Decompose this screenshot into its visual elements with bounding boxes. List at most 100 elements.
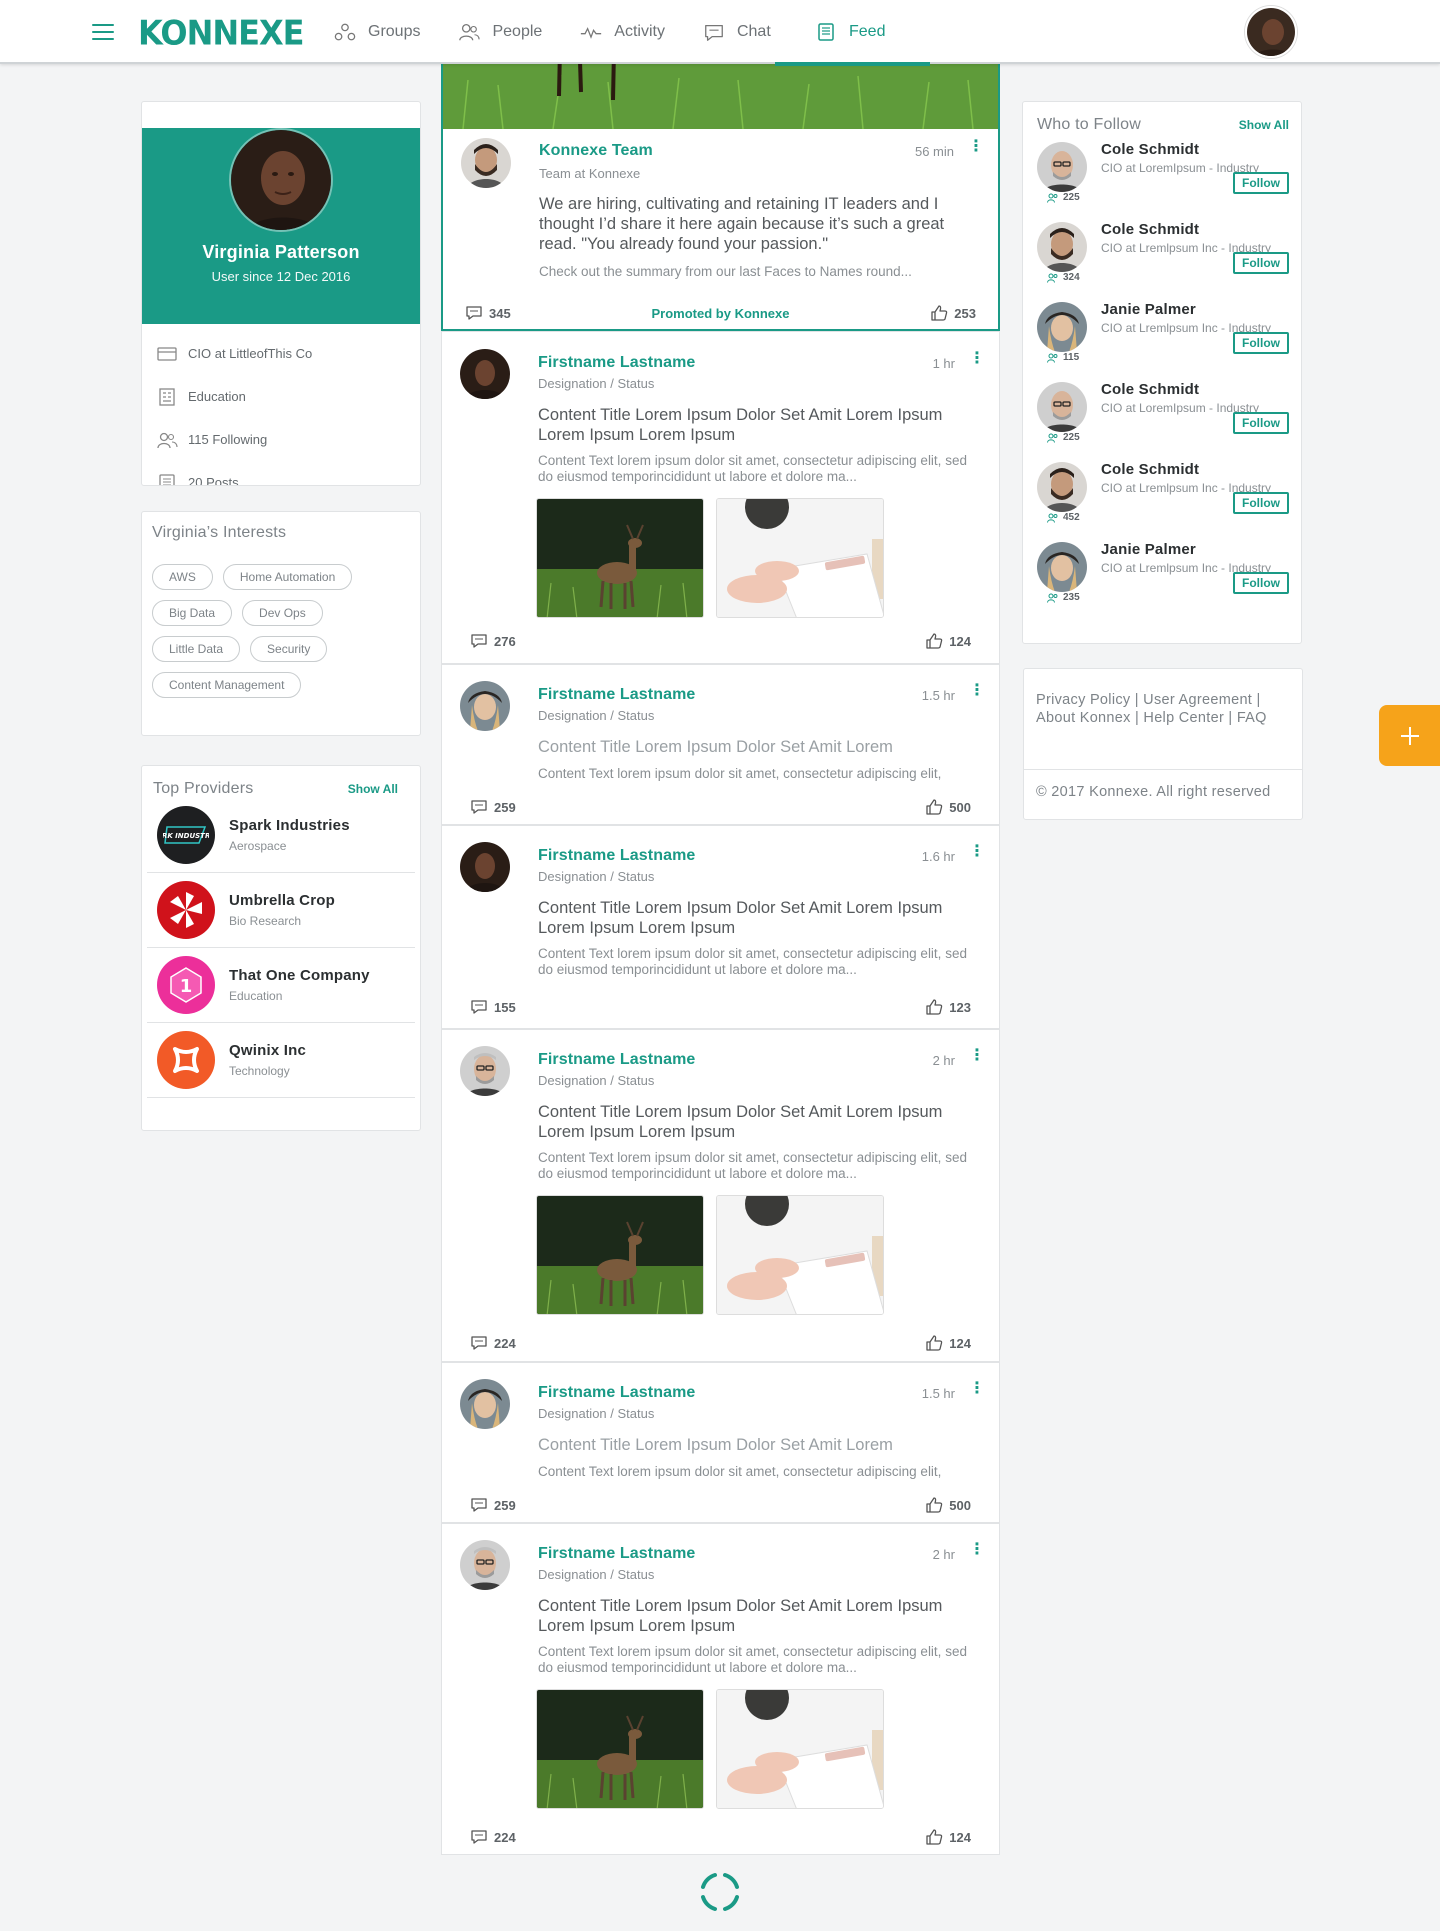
feed-post[interactable]: Firstname Lastname Designation / Status … [441, 664, 1000, 825]
interest-chip[interactable]: Big Data [152, 600, 233, 626]
profile-name[interactable]: Virginia Patterson [142, 242, 420, 263]
feed-post[interactable]: Firstname Lastname Designation / Status … [441, 1362, 1000, 1523]
interest-chip[interactable]: Little Data [152, 636, 241, 662]
more-options-icon[interactable]: ⋮ [969, 683, 985, 699]
post-image-laptop[interactable] [716, 498, 884, 618]
more-options-icon[interactable]: ⋮ [969, 1048, 985, 1064]
suggested-user-avatar[interactable] [1037, 382, 1087, 432]
comment-count[interactable]: 224 [470, 1829, 516, 1845]
user-avatar[interactable] [1245, 6, 1297, 58]
post-image-laptop[interactable] [716, 1195, 884, 1315]
post-author-name[interactable]: Konnexe Team [539, 142, 653, 160]
nav-chat[interactable]: Chat [703, 0, 791, 64]
suggested-user-name[interactable]: Cole Schmidt [1101, 381, 1289, 398]
comment-count[interactable]: 259 [470, 1497, 516, 1513]
nav-feed[interactable]: Feed [775, 0, 930, 66]
suggested-user-name[interactable]: Janie Palmer [1101, 541, 1289, 558]
profile-avatar[interactable] [229, 128, 333, 232]
post-author-name[interactable]: Firstname Lastname [538, 1051, 695, 1069]
suggested-user-avatar[interactable] [1037, 302, 1087, 352]
profile-row-posts[interactable]: 20 Posts [142, 461, 420, 485]
post-author-avatar[interactable] [460, 842, 510, 892]
more-options-icon[interactable]: ⋮ [969, 1381, 985, 1397]
provider-name: Qwinix Inc [229, 1042, 307, 1059]
feed-post[interactable]: Firstname Lastname Designation / Status … [441, 331, 1000, 664]
interest-chip[interactable]: Dev Ops [242, 600, 323, 626]
suggested-user-avatar[interactable] [1037, 542, 1087, 592]
comment-count[interactable]: 276 [470, 633, 516, 649]
create-post-button[interactable] [1379, 705, 1440, 766]
post-author-avatar[interactable] [460, 1540, 510, 1590]
post-author-avatar[interactable] [460, 1379, 510, 1429]
provider-item[interactable]: STARK INDUSTRIES Spark Industries Aerosp… [147, 798, 415, 873]
provider-info: Qwinix Inc Technology [229, 1042, 306, 1078]
post-image-deer[interactable] [536, 1689, 704, 1809]
suggested-user-avatar[interactable] [1037, 462, 1087, 512]
promoted-by-label[interactable]: Promoted by Konnexe [652, 306, 790, 321]
providers-show-all-link[interactable]: Show All [348, 782, 398, 796]
like-count[interactable]: 124 [925, 1828, 971, 1846]
like-count[interactable]: 253 [930, 304, 976, 322]
app-logo[interactable]: KONNEXE [138, 13, 305, 53]
post-author-name[interactable]: Firstname Lastname [538, 1384, 695, 1402]
provider-item[interactable]: Qwinix Inc Technology [147, 1023, 415, 1098]
suggested-user-name[interactable]: Cole Schmidt [1101, 461, 1289, 478]
provider-item[interactable]: Umbrella Crop Bio Research [147, 873, 415, 948]
nav-groups[interactable]: Groups [334, 0, 440, 64]
menu-icon[interactable] [92, 24, 114, 41]
like-count[interactable]: 123 [925, 998, 971, 1016]
nav-chat-label: Chat [736, 23, 771, 40]
post-image-deer[interactable] [536, 498, 704, 618]
footer-links[interactable]: Privacy Policy | User Agreement | About … [1024, 669, 1302, 727]
suggested-user-name[interactable]: Cole Schmidt [1101, 141, 1289, 158]
comment-count[interactable]: 224 [470, 1335, 516, 1351]
provider-info: Spark Industries Aerospace [229, 817, 350, 853]
feed-post[interactable]: Firstname Lastname Designation / Status … [441, 1523, 1000, 1855]
suggested-user-name[interactable]: Janie Palmer [1101, 301, 1289, 318]
follow-button[interactable]: Follow [1233, 572, 1289, 594]
post-author-avatar[interactable] [460, 681, 510, 731]
follow-button[interactable]: Follow [1233, 252, 1289, 274]
post-author-avatar[interactable] [460, 1046, 510, 1096]
post-author-name[interactable]: Firstname Lastname [538, 686, 695, 704]
comment-count[interactable]: 259 [470, 799, 516, 815]
post-author-name[interactable]: Firstname Lastname [538, 354, 695, 372]
suggested-user-avatar[interactable] [1037, 222, 1087, 272]
provider-item[interactable]: 1 That One Company Education [147, 948, 415, 1023]
who-to-follow-show-all-link[interactable]: Show All [1239, 118, 1289, 132]
post-author-name[interactable]: Firstname Lastname [538, 847, 695, 865]
more-options-icon[interactable]: ⋮ [968, 139, 984, 155]
more-options-icon[interactable]: ⋮ [969, 844, 985, 860]
post-author-name[interactable]: Firstname Lastname [538, 1545, 695, 1563]
follow-button[interactable]: Follow [1233, 412, 1289, 434]
more-options-icon[interactable]: ⋮ [969, 351, 985, 367]
feed-post[interactable]: Firstname Lastname Designation / Status … [441, 825, 1000, 1029]
follow-button[interactable]: Follow [1233, 492, 1289, 514]
nav-people[interactable]: People [458, 0, 562, 64]
profile-row-following[interactable]: 115 Following [142, 418, 420, 461]
more-options-icon[interactable]: ⋮ [969, 1542, 985, 1558]
interest-chip[interactable]: Content Management [152, 672, 302, 698]
post-author-avatar[interactable] [460, 349, 510, 399]
interest-chip[interactable]: Security [250, 636, 328, 662]
comment-count[interactable]: 155 [470, 999, 516, 1015]
thumbs-up-icon [926, 1497, 943, 1513]
post-image-deer[interactable] [536, 1195, 704, 1315]
nav-activity[interactable]: Activity [580, 0, 685, 64]
feed-post[interactable]: Firstname Lastname Designation / Status … [441, 1029, 1000, 1362]
like-count[interactable]: 500 [925, 1496, 971, 1514]
follow-button[interactable]: Follow [1233, 332, 1289, 354]
follow-button[interactable]: Follow [1233, 172, 1289, 194]
interest-chip[interactable]: Home Automation [222, 564, 353, 590]
interests-title: Virginia’s Interests [152, 524, 287, 541]
post-author-avatar[interactable] [461, 138, 511, 188]
suggested-user-name[interactable]: Cole Schmidt [1101, 221, 1289, 238]
followers-icon [1047, 273, 1058, 283]
interest-chip[interactable]: AWS [152, 564, 213, 590]
comment-count[interactable]: 345 [465, 305, 511, 321]
like-count[interactable]: 500 [925, 798, 971, 816]
post-image-laptop[interactable] [716, 1689, 884, 1809]
like-count[interactable]: 124 [925, 632, 971, 650]
like-count[interactable]: 124 [925, 1334, 971, 1352]
suggested-user-avatar[interactable] [1037, 142, 1087, 192]
